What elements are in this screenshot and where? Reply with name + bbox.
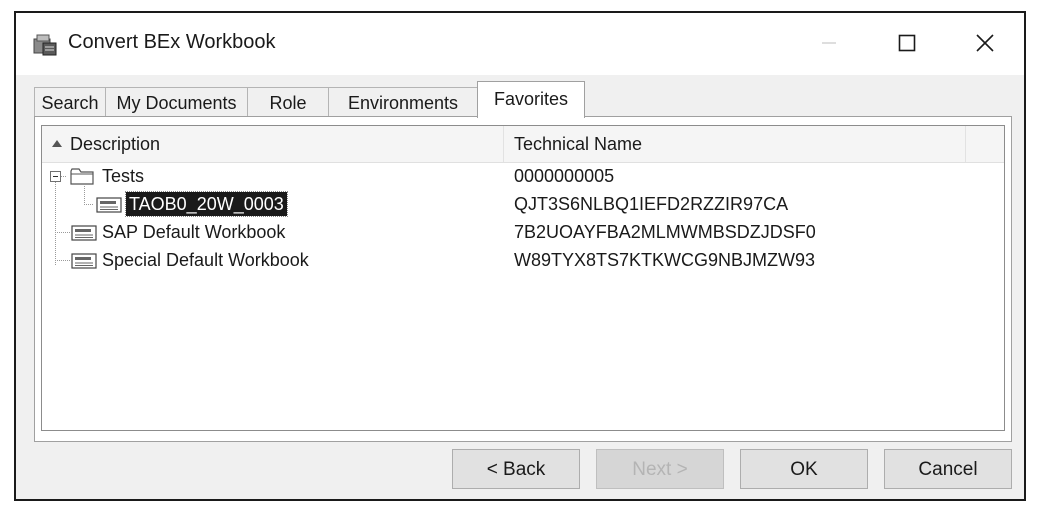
dialog-button-bar: < Back Next > OK Cancel [16,445,1024,499]
tree-item-label: SAP Default Workbook [102,222,286,242]
tab-role[interactable]: Role [247,87,329,117]
technical-name-cell: 7B2UOAYFBA2MLMWMBSDZJDSF0 [514,222,816,242]
window-title: Convert BEx Workbook [68,31,276,53]
tree-row[interactable]: Special Default Workbook W89TYX8TS7KTKWC… [42,247,1004,275]
tree-row[interactable]: Tests 0000000005 [42,163,1004,191]
close-icon [976,34,994,52]
column-header-technical-name[interactable]: Technical Name [504,126,966,162]
tree-item-label: TAOB0_20W_0003 [125,191,288,217]
maximize-icon [898,34,916,52]
folder-icon [70,168,94,185]
favorites-tree-view[interactable]: Description Technical Name Tests 0000000… [41,125,1005,431]
technical-name-cell: W89TYX8TS7KTKWCG9NBJMZW93 [514,250,816,270]
tree-item-label: Tests [102,166,145,186]
favorites-tab-panel: Description Technical Name Tests 0000000… [34,116,1012,442]
column-header-row: Description Technical Name [42,126,1004,163]
next-button[interactable]: Next > [596,449,724,489]
back-button[interactable]: < Back [452,449,580,489]
tab-search[interactable]: Search [34,87,106,117]
tree-row[interactable]: TAOB0_20W_0003 QJT3S6NLBQ1IEFD2RZZIR97CA [42,191,1004,219]
close-button[interactable] [962,23,1008,63]
collapse-toggle-icon[interactable] [50,171,61,182]
tab-my-documents[interactable]: My Documents [105,87,248,117]
minimize-icon [822,42,836,44]
tab-favorites[interactable]: Favorites [477,81,585,118]
workbook-icon [96,197,122,213]
workbook-icon [71,225,97,241]
tab-environments[interactable]: Environments [328,87,478,117]
tree-row[interactable]: SAP Default Workbook 7B2UOAYFBA2MLMWMBSD… [42,219,1004,247]
cancel-button[interactable]: Cancel [884,449,1012,489]
technical-name-cell: 0000000005 [514,166,615,186]
convert-bex-workbook-dialog: Convert BEx Workbook Search My Documents… [14,11,1026,501]
title-bar: Convert BEx Workbook [16,13,1024,75]
maximize-button[interactable] [884,23,930,63]
technical-name-cell: QJT3S6NLBQ1IEFD2RZZIR97CA [514,194,789,214]
workbook-icon [71,253,97,269]
ok-button[interactable]: OK [740,449,868,489]
minimize-button[interactable] [806,23,852,63]
workbook-app-icon [33,34,57,56]
tree-item-label: Special Default Workbook [102,250,309,270]
tab-strip: Search My Documents Role Environments Fa… [34,81,1014,118]
